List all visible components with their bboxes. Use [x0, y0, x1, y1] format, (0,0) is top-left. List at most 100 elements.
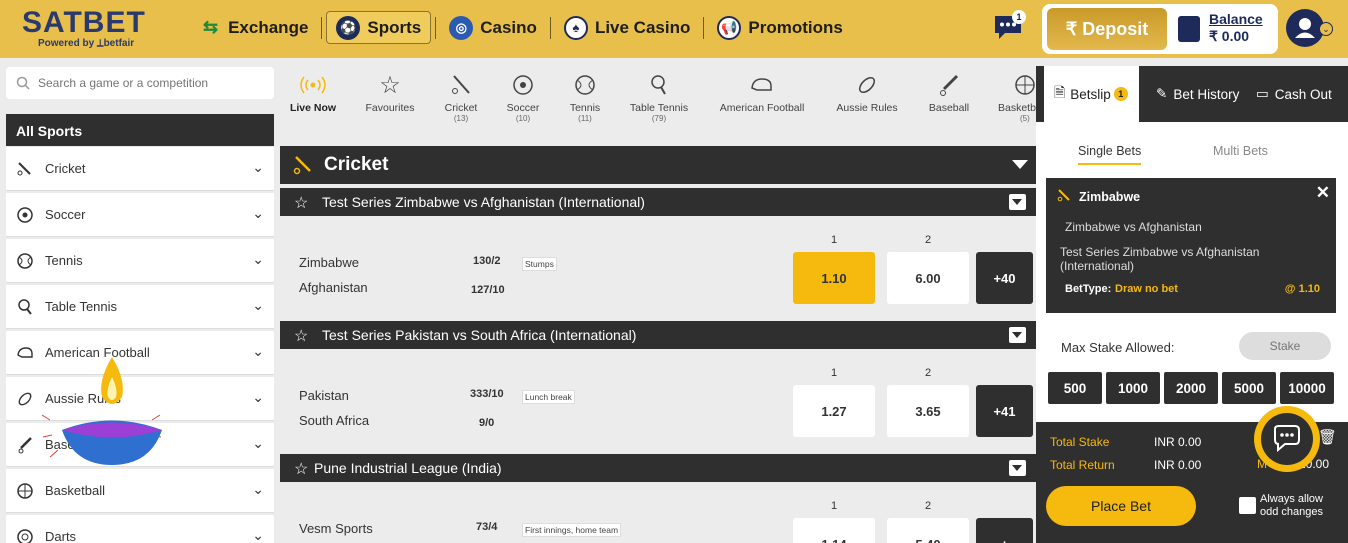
tab-live-now[interactable]: Live Now — [288, 72, 338, 114]
chevron-down-icon[interactable]: ⌄ — [1319, 22, 1333, 36]
trash-icon[interactable]: 🗑 — [1318, 428, 1337, 446]
tab-soccer[interactable]: Soccer (10) — [498, 72, 548, 123]
cricket-section-header[interactable]: Cricket — [280, 146, 1036, 184]
tab-betslip[interactable]: 🗎 Betslip 1 — [1044, 66, 1139, 122]
casino-chip-icon: ◎ — [449, 15, 474, 40]
odds-button-1[interactable]: 1.27 — [793, 385, 875, 437]
quick-stake-10000[interactable]: 10000 — [1280, 372, 1334, 404]
competition-header[interactable]: ☆ Test Series Pakistan vs South Africa (… — [280, 321, 1036, 349]
match-row[interactable]: Vesm Sports 73/4 First innings, home tea… — [280, 482, 1036, 543]
sidebar-item-table-tennis[interactable]: Table Tennis ⌄ — [6, 285, 274, 329]
section-title: Cricket — [324, 154, 389, 175]
nav-promotions[interactable]: 📢 Promotions — [708, 11, 851, 44]
close-icon[interactable]: ✕ — [1316, 183, 1330, 203]
nav-live-casino-label: Live Casino — [594, 17, 691, 37]
spade-icon: ♠ — [563, 15, 588, 40]
chevron-down-icon: ⌄ — [252, 297, 264, 313]
match-row[interactable]: Zimbabwe Afghanistan 130/2 127/10 Stumps… — [280, 216, 1036, 321]
collapse-caret-icon[interactable] — [1009, 460, 1026, 476]
tab-favourites[interactable]: ☆ Favourites — [360, 72, 420, 114]
sidebar-item-darts[interactable]: Darts ⌄ — [6, 515, 274, 543]
deposit-button[interactable]: ₹ Deposit — [1047, 8, 1167, 50]
collapse-caret-icon[interactable] — [1009, 194, 1026, 210]
sidebar-item-label: Tennis — [45, 253, 83, 268]
nav-exchange[interactable]: ⇆ Exchange — [194, 11, 317, 44]
search-icon — [16, 76, 30, 90]
odds-button-1[interactable]: 1.10 — [793, 252, 875, 304]
live-chat-button[interactable] — [1254, 406, 1320, 472]
chat-icon[interactable]: 1 — [993, 10, 1026, 41]
nav-casino[interactable]: ◎ Casino — [440, 11, 546, 44]
odd-changes-label: Always allow odd changes — [1260, 493, 1323, 518]
cricket-icon — [292, 154, 314, 182]
cricket-icon — [1057, 188, 1071, 207]
sport-tabs-row: Live Now ☆ Favourites Cricket (13) Socce… — [280, 72, 1036, 142]
tab-label: Bet History — [1173, 86, 1240, 102]
more-markets-button[interactable]: + — [976, 518, 1033, 543]
table-tennis-icon — [16, 298, 34, 316]
darts-icon — [16, 528, 34, 543]
tab-aussie-rules[interactable]: Aussie Rules — [832, 72, 902, 114]
tab-single-bets[interactable]: Single Bets — [1078, 144, 1142, 165]
tab-count: (5) — [1020, 114, 1030, 123]
odds-button-2[interactable]: 5.40 — [887, 518, 969, 543]
match-name: Zimbabwe vs Afghanistan — [1065, 220, 1202, 234]
aussie-rules-icon — [16, 390, 34, 408]
chat-badge: 1 — [1012, 10, 1026, 24]
sidebar-item-label: Soccer — [45, 207, 86, 222]
sidebar-item-basketball[interactable]: Basketball ⌄ — [6, 469, 274, 513]
sidebar-item-label: Basketball — [45, 483, 105, 498]
stake-input[interactable] — [1239, 332, 1331, 360]
tab-american-football[interactable]: American Football — [712, 72, 812, 114]
search-input[interactable] — [38, 76, 258, 90]
collapse-caret-icon[interactable] — [1009, 327, 1026, 343]
quick-stake-5000[interactable]: 5000 — [1222, 372, 1276, 404]
tab-baseball[interactable]: Baseball — [920, 72, 978, 114]
tab-cash-out[interactable]: ▭ Cash Out — [1256, 66, 1348, 122]
col-header-1: 1 — [831, 367, 838, 379]
tab-label: Cricket — [444, 102, 478, 114]
star-icon[interactable]: ☆ — [294, 193, 308, 213]
nav-exchange-label: Exchange — [228, 17, 309, 37]
sidebar-item-label: Darts — [45, 529, 77, 543]
soccer-ball-icon: ⚽ — [336, 15, 361, 40]
star-icon[interactable]: ☆ — [294, 326, 308, 346]
tab-tennis[interactable]: Tennis (11) — [560, 72, 610, 123]
tab-cricket[interactable]: Cricket (13) — [436, 72, 486, 123]
tab-table-tennis[interactable]: Table Tennis (79) — [624, 72, 694, 123]
bettype-value: Draw no bet — [1115, 283, 1178, 295]
score-home: 130/2 — [473, 255, 501, 267]
competition-header[interactable]: ☆ Test Series Zimbabwe vs Afghanistan (I… — [280, 188, 1036, 216]
odds-button-1[interactable]: 1.14 — [793, 518, 875, 543]
live-signal-icon — [300, 72, 326, 98]
score-away: 9/0 — [479, 417, 495, 429]
more-markets-button[interactable]: +41 — [976, 385, 1033, 437]
nav-live-casino[interactable]: ♠ Live Casino — [555, 11, 699, 44]
tab-multi-bets[interactable]: Multi Bets — [1213, 144, 1268, 158]
star-icon[interactable]: ☆ — [294, 459, 308, 479]
sidebar-item-soccer[interactable]: Soccer ⌄ — [6, 193, 274, 237]
quick-stake-500[interactable]: 500 — [1048, 372, 1102, 404]
sidebar-item-cricket[interactable]: Cricket ⌄ — [6, 147, 274, 191]
nav-sports[interactable]: ⚽ Sports — [326, 11, 432, 44]
chevron-down-icon: ⌄ — [252, 481, 264, 497]
competition-header[interactable]: ☆ Pune Industrial League (India) — [280, 454, 1036, 482]
american-football-icon — [16, 344, 34, 362]
more-markets-button[interactable]: +40 — [976, 252, 1033, 304]
quick-stake-2000[interactable]: 2000 — [1164, 372, 1218, 404]
satbet-logo[interactable]: SATBET Powered by ⟂betfair — [22, 8, 162, 52]
tab-bet-history[interactable]: ✎ Bet History — [1146, 66, 1246, 122]
odds-button-2[interactable]: 3.65 — [887, 385, 969, 437]
exchange-icon: ⇆ — [203, 17, 219, 37]
odd-changes-checkbox[interactable] — [1239, 497, 1256, 514]
balance-label[interactable]: Balance — [1209, 11, 1263, 27]
match-row[interactable]: Pakistan South Africa 333/10 9/0 Lunch b… — [280, 349, 1036, 454]
place-bet-button[interactable]: Place Bet — [1046, 486, 1196, 526]
quick-stake-1000[interactable]: 1000 — [1106, 372, 1160, 404]
odds-button-2[interactable]: 6.00 — [887, 252, 969, 304]
sidebar-item-tennis[interactable]: Tennis ⌄ — [6, 239, 274, 283]
tab-basketball[interactable]: Basketb (5) — [994, 72, 1036, 123]
chevron-down-icon: ⌄ — [252, 159, 264, 175]
collapse-caret-icon[interactable] — [1012, 160, 1028, 169]
bettype-label: BetType: — [1065, 283, 1112, 295]
